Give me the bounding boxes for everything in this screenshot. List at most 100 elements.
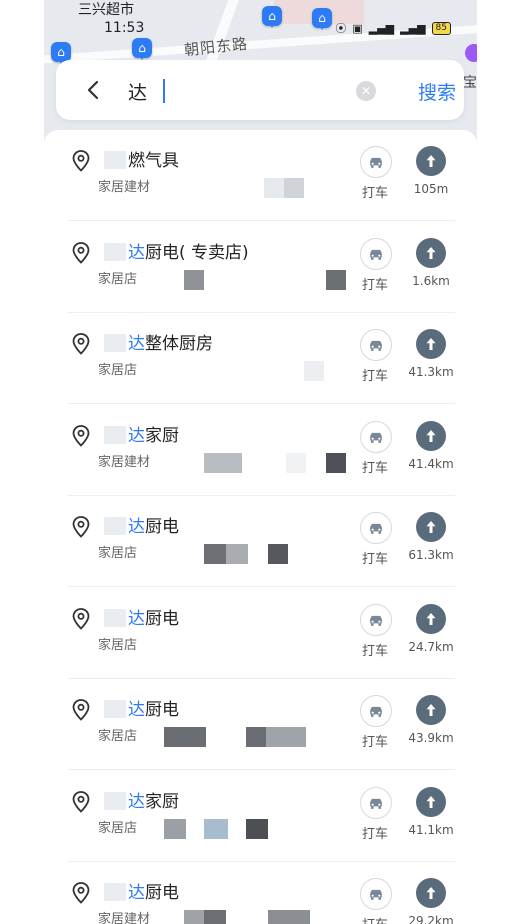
result-title-rest: 燃气具 [128, 151, 179, 171]
redacted-block [184, 269, 204, 290]
distance-label[interactable]: 41.1km [400, 823, 462, 837]
location-pin-icon [72, 424, 90, 447]
taxi-icon[interactable] [360, 329, 392, 361]
redacted-text [104, 608, 126, 627]
redacted-block [246, 818, 268, 839]
result-title-highlight: 达 [128, 700, 145, 720]
result-title: 达厨电 [104, 604, 179, 629]
distance-label[interactable]: 61.3km [400, 548, 462, 562]
route-arrow-icon[interactable] [416, 695, 446, 725]
4g-signal-icon: ▂▄▆ [368, 21, 395, 35]
result-title: 达厨电 [104, 695, 179, 720]
map-edge-label: 宝 [463, 75, 477, 91]
taxi-label[interactable]: 打车 [362, 640, 388, 659]
result-row[interactable]: 达厨电 家居店 打车 43.9km [44, 679, 477, 770]
result-title-rest: 厨电 [145, 700, 179, 720]
redacted-text [104, 242, 126, 261]
route-arrow-icon[interactable] [416, 603, 446, 634]
result-title: 达整体厨房 [104, 329, 213, 354]
result-title: 达家厨 [104, 787, 179, 812]
redacted-block [304, 361, 324, 381]
back-icon[interactable] [82, 78, 106, 102]
result-title: 燃气具 [104, 146, 179, 171]
clear-icon[interactable]: ✕ [356, 81, 376, 101]
redacted-block [164, 818, 186, 839]
distance-label[interactable]: 41.3km [400, 365, 462, 379]
distance-label[interactable]: 43.9km [400, 731, 462, 745]
result-category: 家居建材 [98, 454, 151, 470]
redacted-block [204, 544, 226, 564]
redacted-block [268, 910, 310, 924]
taxi-icon[interactable] [360, 237, 392, 270]
result-category: 家居店 [98, 637, 138, 653]
result-row[interactable]: 达厨电 家居店 打车 61.3km [44, 496, 477, 587]
result-title-rest: 厨电 [145, 883, 179, 903]
taxi-label[interactable]: 打车 [362, 914, 388, 924]
taxi-label[interactable]: 打车 [362, 548, 388, 567]
location-pin-icon [72, 333, 90, 355]
status-bar: 三兴超市 11:53 ⦿ ▣ ▂▄▆ ▂▄▆ 85 [44, 0, 477, 40]
route-arrow-icon[interactable] [416, 237, 446, 268]
5g-signal-icon: ▂▄▆ [400, 21, 426, 35]
location-pin-icon [72, 699, 90, 721]
result-row[interactable]: 达整体厨房 家居店 打车 41.3km [44, 313, 477, 404]
taxi-icon[interactable] [360, 420, 392, 453]
result-title-rest: 家厨 [145, 791, 179, 812]
hd-icon: ▣ [352, 21, 363, 35]
taxi-label[interactable]: 打车 [362, 365, 388, 384]
status-carrier: 三兴超市 [78, 2, 134, 18]
route-arrow-icon[interactable] [416, 146, 446, 176]
redacted-text [104, 151, 126, 169]
redacted-text [104, 334, 126, 352]
taxi-label[interactable]: 打车 [362, 823, 388, 842]
result-title-rest: 厨电( 专卖店) [145, 242, 249, 263]
result-title: 达厨电( 专卖店) [104, 238, 249, 263]
redacted-text [104, 791, 126, 810]
route-arrow-icon[interactable] [416, 786, 446, 817]
redacted-block [326, 269, 346, 290]
result-row[interactable]: 达厨电 家居店 打车 24.7km [44, 588, 477, 679]
taxi-label[interactable]: 打车 [362, 274, 388, 293]
redacted-block [266, 727, 306, 747]
result-category: 家居店 [98, 271, 138, 287]
redacted-block [326, 452, 346, 473]
result-title-highlight: 达 [128, 608, 145, 629]
redacted-block [226, 544, 248, 564]
redacted-block [268, 544, 288, 564]
results-list: 燃气具 家居建材 打车 105m 达厨电( 专卖店) 家居店 打车 1.6km [44, 130, 477, 924]
location-pin-icon [72, 150, 90, 172]
result-title-highlight: 达 [128, 883, 145, 903]
result-row[interactable]: 达厨电 家居建材 打车 29.2km [44, 862, 477, 924]
result-title: 达厨电 [104, 512, 179, 537]
poi-marker-icon[interactable] [465, 44, 477, 62]
location-pin-icon [72, 516, 90, 538]
search-input[interactable] [126, 76, 350, 106]
route-arrow-icon[interactable] [416, 420, 446, 451]
search-button[interactable]: 搜索 [418, 78, 456, 105]
taxi-icon[interactable] [360, 146, 392, 178]
taxi-icon[interactable] [360, 695, 392, 727]
redacted-block [286, 452, 306, 473]
distance-label[interactable]: 41.4km [400, 457, 462, 471]
route-arrow-icon[interactable] [416, 329, 446, 359]
taxi-label[interactable]: 打车 [362, 457, 388, 476]
taxi-label[interactable]: 打车 [362, 731, 388, 750]
taxi-icon[interactable] [360, 603, 392, 636]
taxi-icon[interactable] [360, 878, 392, 910]
taxi-label[interactable]: 打车 [362, 182, 388, 201]
distance-label[interactable]: 29.2km [400, 914, 462, 924]
result-row[interactable]: 达家厨 家居建材 打车 41.4km [44, 405, 477, 496]
distance-label[interactable]: 1.6km [400, 274, 462, 288]
distance-label[interactable]: 24.7km [400, 640, 462, 654]
bus-stop-icon[interactable]: ⌂ [51, 42, 71, 64]
bus-stop-icon[interactable]: ⌂ [132, 38, 152, 60]
taxi-icon[interactable] [360, 786, 392, 819]
redacted-block [284, 178, 304, 198]
result-row[interactable]: 燃气具 家居建材 打车 105m [44, 130, 477, 221]
distance-label[interactable]: 105m [400, 182, 462, 196]
result-row[interactable]: 达家厨 家居店 打车 41.1km [44, 771, 477, 862]
route-arrow-icon[interactable] [416, 512, 446, 542]
result-row[interactable]: 达厨电( 专卖店) 家居店 打车 1.6km [44, 222, 477, 313]
route-arrow-icon[interactable] [416, 878, 446, 908]
taxi-icon[interactable] [360, 512, 392, 544]
